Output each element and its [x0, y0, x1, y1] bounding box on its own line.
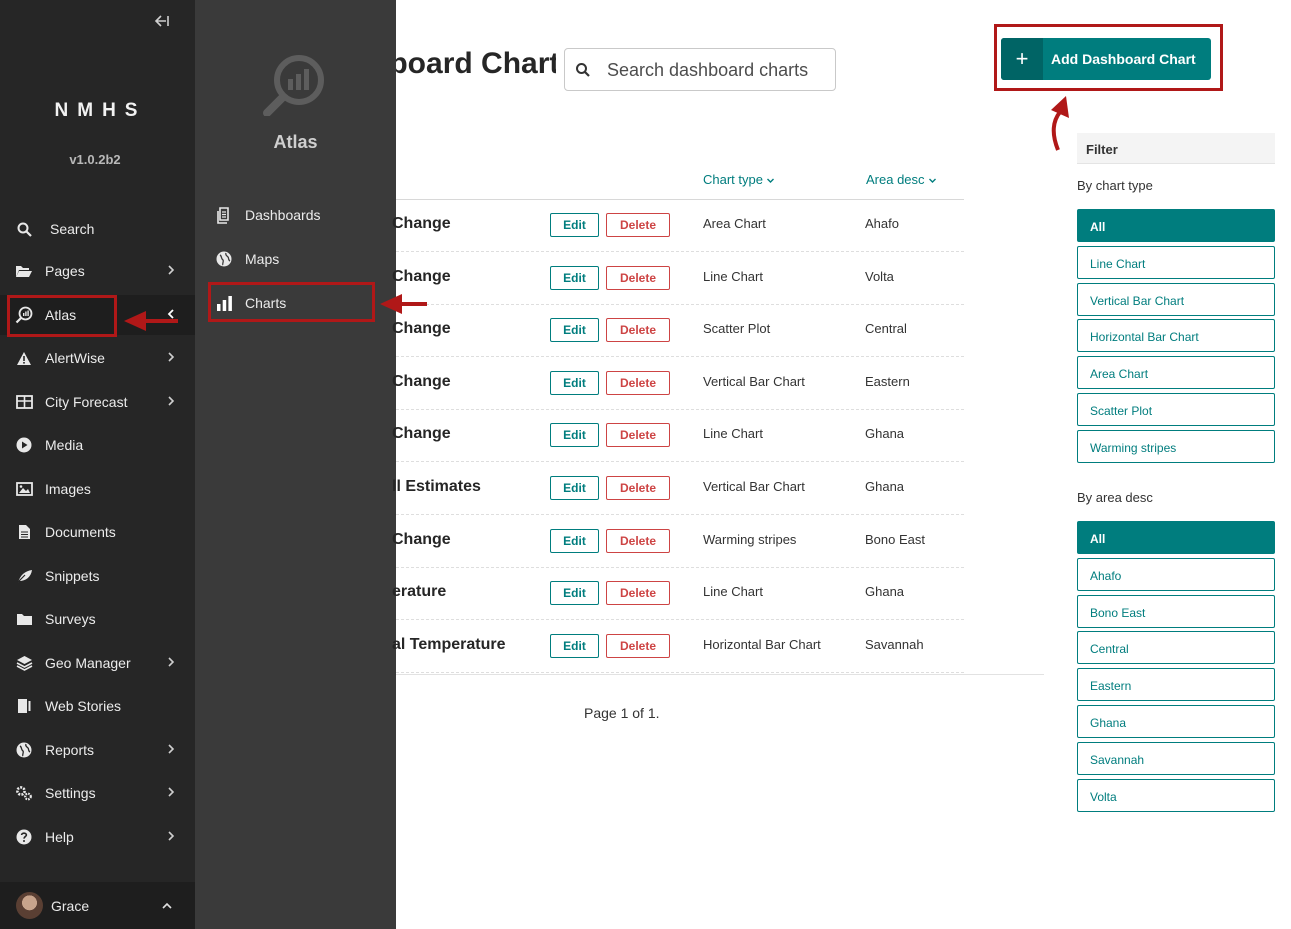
arrow-icon	[1051, 96, 1069, 151]
arrow-icon	[380, 294, 427, 314]
annotation-arrows	[124, 96, 1069, 331]
app-root: NMHS v1.0.2b2 Search Pages Atlas AlertWi…	[0, 0, 1291, 929]
arrow-icon	[124, 311, 178, 331]
